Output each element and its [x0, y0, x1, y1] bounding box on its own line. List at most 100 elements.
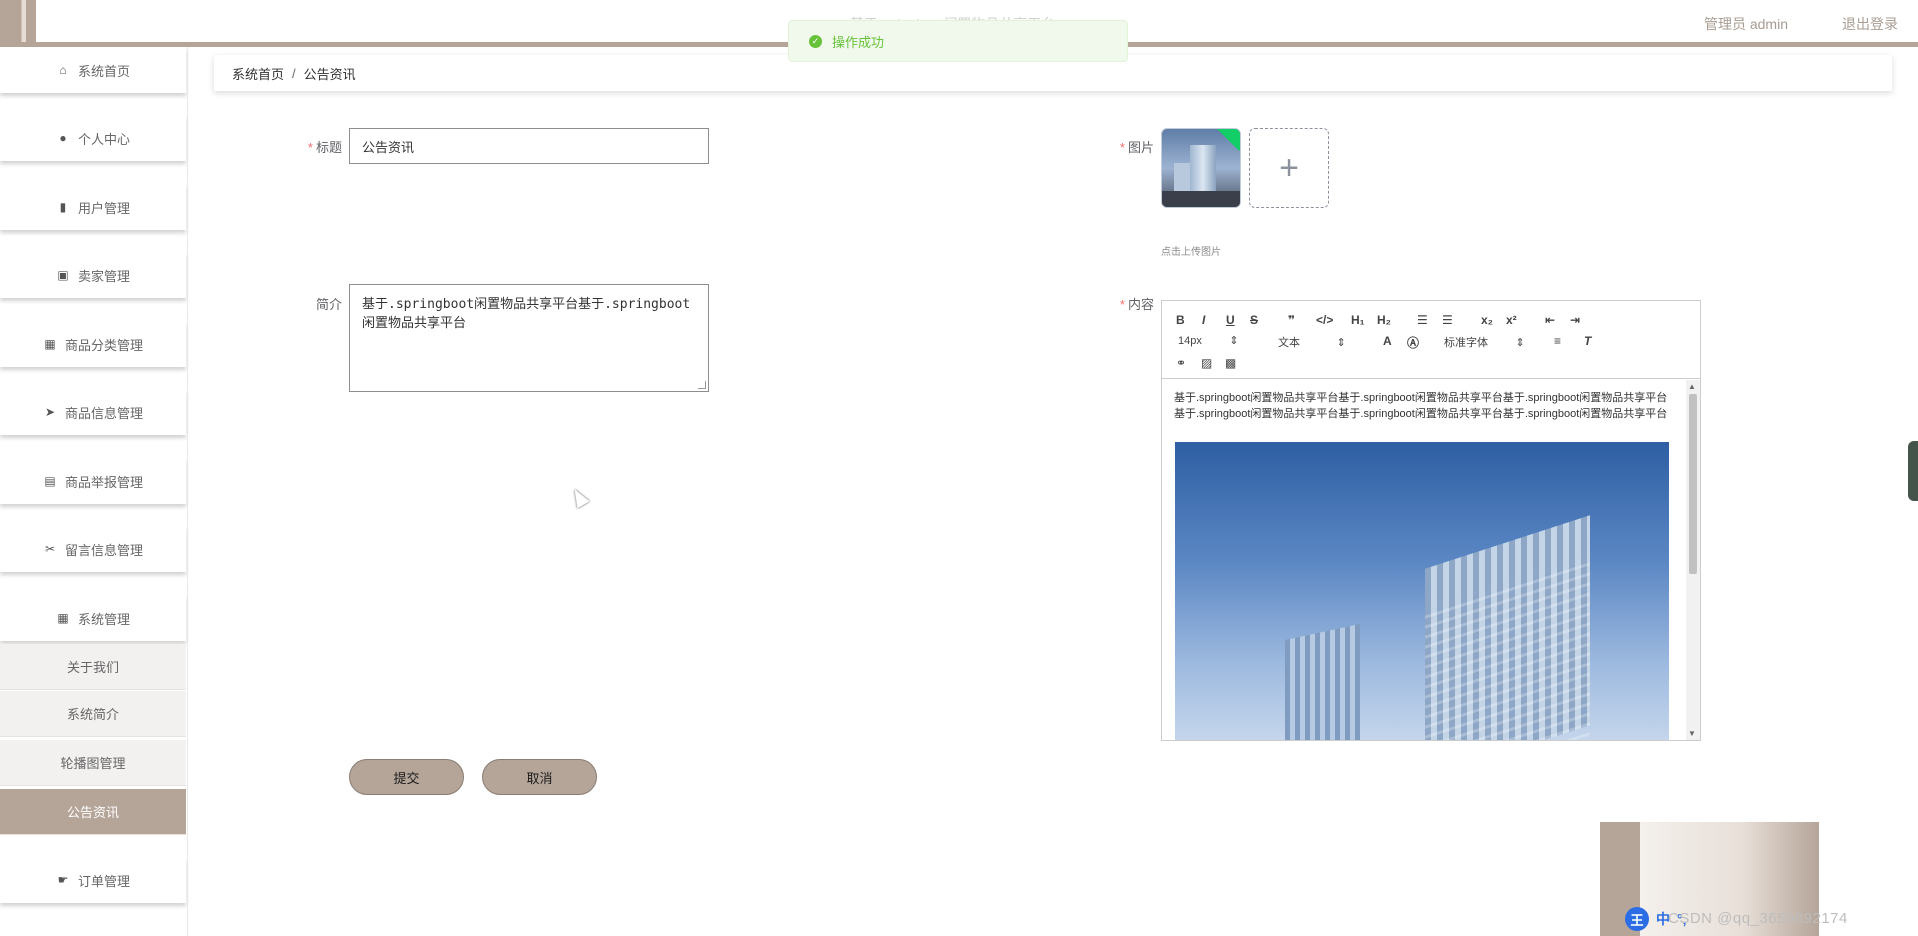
heading1-icon[interactable]: H₁: [1351, 313, 1365, 327]
font-size-value: 14px: [1178, 335, 1202, 347]
book-icon: ▮: [59, 200, 67, 214]
building-shape: [1285, 624, 1360, 740]
breadcrumb-current: 公告资讯: [303, 66, 356, 82]
uploaded-image-thumbnail[interactable]: [1161, 128, 1241, 208]
sidebar-item-label: 系统管理: [77, 611, 130, 627]
logo-strip: [0, 0, 36, 42]
scroll-up-icon[interactable]: ▲: [1688, 382, 1696, 391]
image-label: * 图片: [1110, 137, 1154, 156]
thumbnail-ground: [1162, 191, 1240, 207]
italic-icon[interactable]: I: [1202, 313, 1205, 327]
thumb-icon: ☛: [57, 873, 69, 887]
intro-text: 基于.springboot闲置物品共享平台基于.springboot闲置物品共享…: [362, 297, 691, 331]
sidebar-item-orders[interactable]: ☛ 订单管理: [0, 857, 186, 903]
home-icon: ⌂: [59, 63, 67, 77]
sidebar-item-goods[interactable]: ➤ 商品信息管理: [0, 389, 186, 435]
title-label-text: 标题: [315, 140, 342, 155]
plus-icon: +: [1279, 148, 1299, 187]
intro-label: 简介: [300, 294, 342, 313]
content-label: * 内容: [1110, 294, 1154, 313]
outdent-icon[interactable]: ⇤: [1545, 313, 1555, 327]
subscript-icon[interactable]: x₂: [1481, 313, 1493, 327]
logout-link[interactable]: 退出登录: [1842, 14, 1898, 34]
bullet-list-icon[interactable]: ☰: [1442, 313, 1453, 327]
sidebar-item-categories[interactable]: ▦ 商品分类管理: [0, 321, 186, 367]
upload-image-button[interactable]: +: [1249, 128, 1329, 208]
image-icon[interactable]: ▨: [1201, 356, 1212, 370]
font-family-value: 标准字体: [1444, 337, 1488, 349]
indent-icon[interactable]: ⇥: [1570, 313, 1580, 327]
check-circle-icon: ✓: [809, 34, 822, 48]
success-toast: ✓ 操作成功: [788, 20, 1128, 62]
block-format-value: 文本: [1278, 337, 1300, 349]
sidebar-item-label: 用户管理: [77, 200, 130, 216]
upload-tip: 点击上传图片: [1161, 247, 1221, 258]
sidebar-item-system[interactable]: ▦ 系统管理: [0, 595, 186, 641]
sidebar-subitem-intro[interactable]: 系统简介: [0, 691, 186, 737]
intro-textarea[interactable]: 基于.springboot闲置物品共享平台基于.springboot闲置物品共享…: [349, 284, 709, 392]
ime-logo-icon[interactable]: 王: [1625, 907, 1649, 931]
breadcrumb-home[interactable]: 系统首页: [232, 64, 284, 83]
strike-icon[interactable]: S: [1250, 313, 1258, 327]
font-family-select[interactable]: 标准字体 ⇕: [1444, 334, 1525, 350]
sidebar-item-sellers[interactable]: ▣ 卖家管理: [0, 252, 186, 298]
required-mark: *: [1119, 140, 1125, 155]
font-color-icon[interactable]: A: [1383, 334, 1392, 348]
content-label-text: 内容: [1127, 297, 1154, 312]
cancel-button[interactable]: 取消: [482, 759, 597, 795]
underline-icon[interactable]: U: [1226, 313, 1235, 327]
sidebar-item-label: 订单管理: [77, 873, 130, 889]
scroll-down-icon[interactable]: ▼: [1688, 729, 1696, 738]
sidebar-item-label: 个人中心: [77, 131, 130, 147]
sidebar-subitem-news[interactable]: 公告资讯: [0, 789, 186, 835]
bold-icon[interactable]: B: [1176, 313, 1185, 327]
image-label-text: 图片: [1127, 140, 1154, 155]
mouse-cursor-icon: [568, 485, 590, 509]
sidebar-item-profile[interactable]: ● 个人中心: [0, 115, 186, 161]
sidebar-subitem-carousel[interactable]: 轮播图管理: [0, 740, 186, 786]
watermark: CSDN @qq_3659892174: [1668, 910, 1848, 927]
resize-handle-icon[interactable]: [698, 381, 706, 389]
block-format-select[interactable]: 文本 ⇕: [1278, 334, 1346, 350]
title-input[interactable]: 公告资讯: [349, 128, 709, 164]
sidebar-item-reports[interactable]: ▤ 商品举报管理: [0, 458, 186, 504]
submit-button[interactable]: 提交: [349, 759, 464, 795]
editor-content-text: 基于.springboot闲置物品共享平台基于.springboot闲置物品共享…: [1174, 392, 1668, 420]
sidebar-item-users[interactable]: ▮ 用户管理: [0, 184, 186, 230]
font-size-select[interactable]: 14px ⇕: [1178, 334, 1239, 347]
scrollbar-thumb[interactable]: [1689, 394, 1697, 574]
toast-message: 操作成功: [832, 34, 885, 50]
editor-content[interactable]: 基于.springboot闲置物品共享平台基于.springboot闲置物品共享…: [1162, 380, 1686, 740]
editor-scrollbar[interactable]: ▲ ▼: [1686, 380, 1700, 740]
code-icon[interactable]: </>: [1316, 313, 1333, 327]
editor-toolbar: B I U S ❞ </> H₁ H₂ ☰ ☰ x₂ x² ⇤ ⇥ 14px ⇕…: [1162, 301, 1700, 379]
side-drawer-handle[interactable]: [1908, 441, 1918, 501]
sidebar-item-label: 卖家管理: [77, 268, 130, 284]
sidebar-item-label: 留言信息管理: [64, 542, 143, 558]
sidebar-item-label: 商品举报管理: [64, 474, 143, 490]
send-icon: ➤: [44, 405, 56, 419]
current-user: 管理员 admin: [1703, 16, 1788, 32]
sidebar-subitem-about[interactable]: 关于我们: [0, 644, 186, 690]
background-color-icon[interactable]: Ⓐ: [1407, 334, 1419, 351]
rich-text-editor[interactable]: B I U S ❞ </> H₁ H₂ ☰ ☰ x₂ x² ⇤ ⇥ 14px ⇕…: [1161, 300, 1701, 741]
heading2-icon[interactable]: H₂: [1377, 313, 1391, 327]
clear-format-icon[interactable]: T: [1584, 334, 1591, 348]
align-left-icon[interactable]: ≡: [1554, 334, 1561, 348]
ticket-icon: ✂: [44, 542, 56, 556]
chart-icon: ▣: [57, 268, 69, 282]
breadcrumb-separator: /: [292, 65, 296, 81]
content-building-image: [1175, 442, 1669, 740]
video-icon[interactable]: ▩: [1225, 356, 1236, 370]
superscript-icon[interactable]: x²: [1506, 313, 1517, 327]
link-icon[interactable]: ⚭: [1176, 356, 1186, 370]
clipboard-icon: ▤: [44, 474, 56, 488]
sidebar-item-label: 商品分类管理: [64, 337, 143, 353]
ordered-list-icon[interactable]: ☰: [1417, 313, 1428, 327]
title-label: * 标题: [300, 137, 342, 156]
sidebar-item-messages[interactable]: ✂ 留言信息管理: [0, 526, 186, 572]
sidebar-item-home[interactable]: ⌂ 系统首页: [0, 47, 186, 93]
sidebar-item-label: 系统首页: [77, 63, 130, 79]
grid-icon: ▦: [44, 337, 56, 351]
quote-icon[interactable]: ❞: [1288, 313, 1295, 327]
